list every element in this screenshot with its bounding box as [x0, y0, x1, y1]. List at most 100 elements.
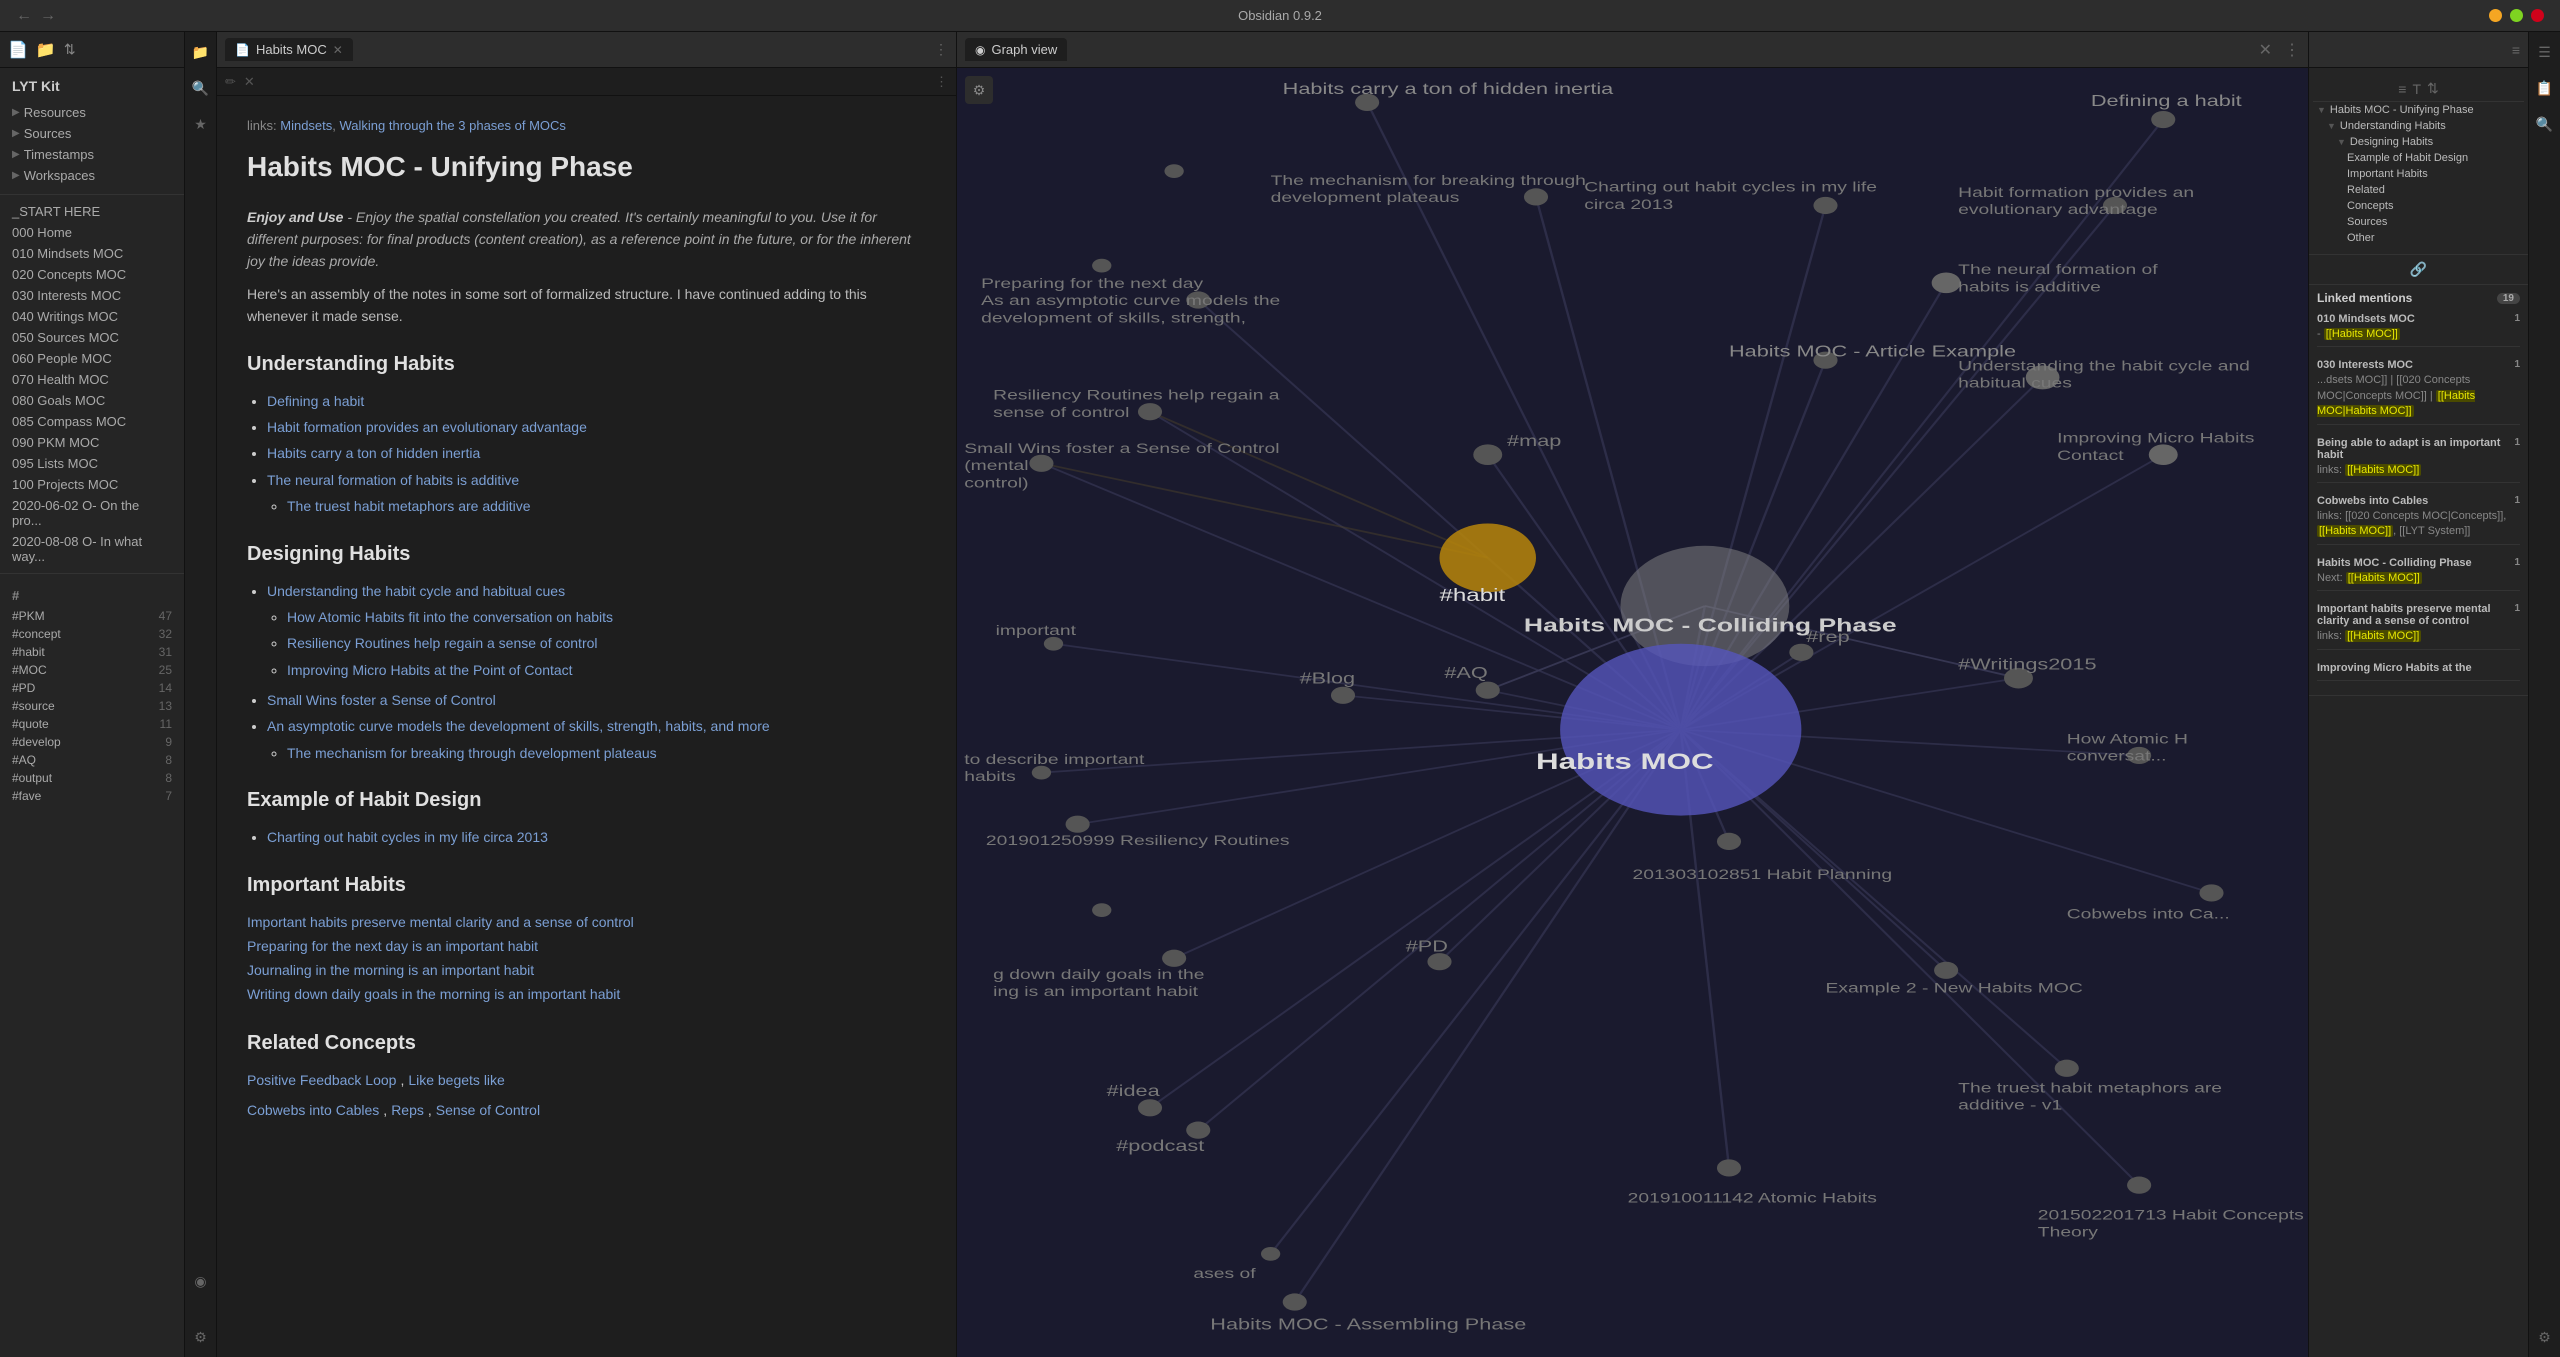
maximize-btn[interactable]	[2510, 9, 2523, 22]
link-cobwebs[interactable]: Cobwebs into Cables	[247, 1099, 379, 1121]
outline-item-related[interactable]: Related	[2343, 182, 2524, 198]
linked-mention-cobwebs-title[interactable]: Cobwebs into Cables 1	[2317, 495, 2520, 507]
outline-item-sources[interactable]: Sources	[2343, 214, 2524, 230]
titlebar-nav[interactable]: ← →	[16, 7, 56, 25]
sidebar-item-7[interactable]: 060 People MOC	[0, 348, 184, 369]
link-small-wins[interactable]: Small Wins foster a Sense of Control	[267, 692, 496, 708]
list-icon[interactable]: ≡	[2398, 81, 2406, 97]
editor-tab-habits-moc[interactable]: 📄 Habits MOC ✕	[225, 38, 353, 61]
link-like-begets[interactable]: Like begets like	[408, 1069, 505, 1091]
tab-more-btn[interactable]: ⋮	[934, 41, 948, 58]
right-icon-2[interactable]: 📋	[2533, 76, 2557, 100]
sort-outline-icon[interactable]: ⇅	[2427, 80, 2439, 97]
sidebar-item-13[interactable]: 100 Projects MOC	[0, 474, 184, 495]
heading-icon[interactable]: T	[2412, 81, 2421, 97]
tag-row-9[interactable]: #output8	[12, 769, 172, 787]
sidebar-item-9[interactable]: 080 Goals MOC	[0, 390, 184, 411]
link-important-habits1[interactable]: Important habits preserve mental clarity…	[247, 914, 634, 930]
sidebar-item-12[interactable]: 095 Lists MOC	[0, 453, 184, 474]
linked-mention-micro-title[interactable]: Improving Micro Habits at the	[2317, 662, 2520, 674]
settings-icon-left[interactable]: ⚙	[189, 1325, 213, 1349]
toolbar-more[interactable]: ⋮	[935, 74, 948, 90]
link-habits-inertia[interactable]: Habits carry a ton of hidden inertia	[267, 445, 480, 461]
close-btn[interactable]	[2531, 9, 2544, 22]
link-important-habits2[interactable]: Preparing for the next day is an importa…	[247, 938, 538, 954]
linked-mention-mindsets-title[interactable]: 010 Mindsets MOC 1	[2317, 313, 2520, 325]
star-icon[interactable]: ★	[189, 112, 213, 136]
sidebar-item-2[interactable]: 010 Mindsets MOC	[0, 243, 184, 264]
graph-tab-close[interactable]: ✕	[2259, 40, 2272, 60]
outline-item-understanding[interactable]: ▼ Understanding Habits	[2323, 118, 2524, 134]
outline-item-unifying[interactable]: ▼ Habits MOC - Unifying Phase	[2313, 102, 2524, 118]
sidebar-item-workspaces[interactable]: ▶ Workspaces	[0, 165, 184, 186]
linked-mentions-header[interactable]: Linked mentions 19	[2317, 291, 2520, 305]
edit-icon[interactable]: ✏	[225, 74, 236, 90]
link-important-habits3[interactable]: Journaling in the morning is an importan…	[247, 962, 534, 978]
graph-settings-btn[interactable]: ⚙	[965, 76, 993, 104]
outline-item-other[interactable]: Other	[2343, 230, 2524, 246]
nav-forward-icon[interactable]: →	[40, 7, 56, 25]
open-folder-icon[interactable]: 📁	[36, 40, 56, 60]
tag-row-8[interactable]: #AQ8	[12, 751, 172, 769]
link-reps[interactable]: Reps	[391, 1099, 424, 1121]
search-icon[interactable]: 🔍	[189, 76, 213, 100]
outline-item-designing[interactable]: ▼ Designing Habits	[2333, 134, 2524, 150]
right-icon-1[interactable]: ☰	[2533, 40, 2557, 64]
outline-item-example[interactable]: Example of Habit Design	[2343, 150, 2524, 166]
graph-tab[interactable]: ◉ Graph view	[965, 38, 1067, 61]
sidebar-item-15[interactable]: 2020-08-08 O- In what way...	[0, 531, 184, 567]
minimize-btn[interactable]	[2489, 9, 2502, 22]
link-defining[interactable]: Defining a habit	[267, 393, 364, 409]
link-dev-plateaus[interactable]: The mechanism for breaking through devel…	[287, 745, 657, 761]
tag-row-10[interactable]: #fave7	[12, 787, 172, 805]
sidebar-item-3[interactable]: 020 Concepts MOC	[0, 264, 184, 285]
link-micro-habits[interactable]: Improving Micro Habits at the Point of C…	[287, 662, 573, 678]
link-resiliency[interactable]: Resiliency Routines help regain a sense …	[287, 635, 598, 651]
sidebar-item-resources[interactable]: ▶ Resources	[0, 102, 184, 123]
link-asymptotic[interactable]: An asymptotic curve models the developme…	[267, 718, 770, 734]
sidebar-item-10[interactable]: 085 Compass MOC	[0, 411, 184, 432]
link-truest-metaphors[interactable]: The truest habit metaphors are additive	[287, 498, 531, 514]
link-sense-control[interactable]: Sense of Control	[436, 1099, 540, 1121]
linked-mention-colliding-title[interactable]: Habits MOC - Colliding Phase 1	[2317, 557, 2520, 569]
tag-row-0[interactable]: #PKM47	[12, 607, 172, 625]
tag-row-2[interactable]: #habit31	[12, 643, 172, 661]
link-phases[interactable]: Walking through the 3 phases of MOCs	[340, 118, 566, 133]
outline-item-important[interactable]: Important Habits	[2343, 166, 2524, 182]
tag-row-3[interactable]: #MOC25	[12, 661, 172, 679]
sidebar-item-4[interactable]: 030 Interests MOC	[0, 285, 184, 306]
tag-row-7[interactable]: #develop9	[12, 733, 172, 751]
sidebar-item-0[interactable]: _START HERE	[0, 201, 184, 222]
link-neural-formation[interactable]: The neural formation of habits is additi…	[267, 472, 519, 488]
graph-icon-left[interactable]: ◉	[189, 1269, 213, 1293]
linked-mention-interests-title[interactable]: 030 Interests MOC 1	[2317, 359, 2520, 371]
nav-back-icon[interactable]: ←	[16, 7, 32, 25]
linked-mention-preserve-title[interactable]: Important habits preserve mental clarity…	[2317, 603, 2520, 627]
tag-row-5[interactable]: #source13	[12, 697, 172, 715]
link-important-habits4[interactable]: Writing down daily goals in the morning …	[247, 986, 620, 1002]
link-mindsets[interactable]: Mindsets	[280, 118, 332, 133]
toolbar-close[interactable]: ✕	[244, 74, 255, 90]
link-charting[interactable]: Charting out habit cycles in my life cir…	[267, 829, 548, 845]
sidebar-item-1[interactable]: 000 Home	[0, 222, 184, 243]
sort-icon[interactable]: ⇅	[64, 41, 76, 58]
tab-close-btn[interactable]: ✕	[333, 43, 343, 57]
tag-row-4[interactable]: #PD14	[12, 679, 172, 697]
tag-row-6[interactable]: #quote11	[12, 715, 172, 733]
right-icon-3[interactable]: 🔍	[2533, 112, 2557, 136]
link-habit-cycle[interactable]: Understanding the habit cycle and habitu…	[267, 583, 565, 599]
sidebar-item-11[interactable]: 090 PKM MOC	[0, 432, 184, 453]
files-icon[interactable]: 📁	[189, 40, 213, 64]
outline-item-concepts[interactable]: Concepts	[2343, 198, 2524, 214]
sidebar-item-8[interactable]: 070 Health MOC	[0, 369, 184, 390]
sidebar-item-6[interactable]: 050 Sources MOC	[0, 327, 184, 348]
link-positive-feedback[interactable]: Positive Feedback Loop	[247, 1069, 396, 1091]
right-icon-settings[interactable]: ⚙	[2533, 1325, 2557, 1349]
sidebar-item-sources-section[interactable]: ▶ Sources	[0, 123, 184, 144]
new-file-icon[interactable]: 📄	[8, 40, 28, 60]
right-panel-icon1[interactable]: ≡	[2512, 42, 2520, 58]
link-icon[interactable]: 🔗	[2410, 261, 2427, 278]
graph-tab-more[interactable]: ⋮	[2284, 40, 2300, 60]
link-habit-formation[interactable]: Habit formation provides an evolutionary…	[267, 419, 587, 435]
tag-row-1[interactable]: #concept32	[12, 625, 172, 643]
